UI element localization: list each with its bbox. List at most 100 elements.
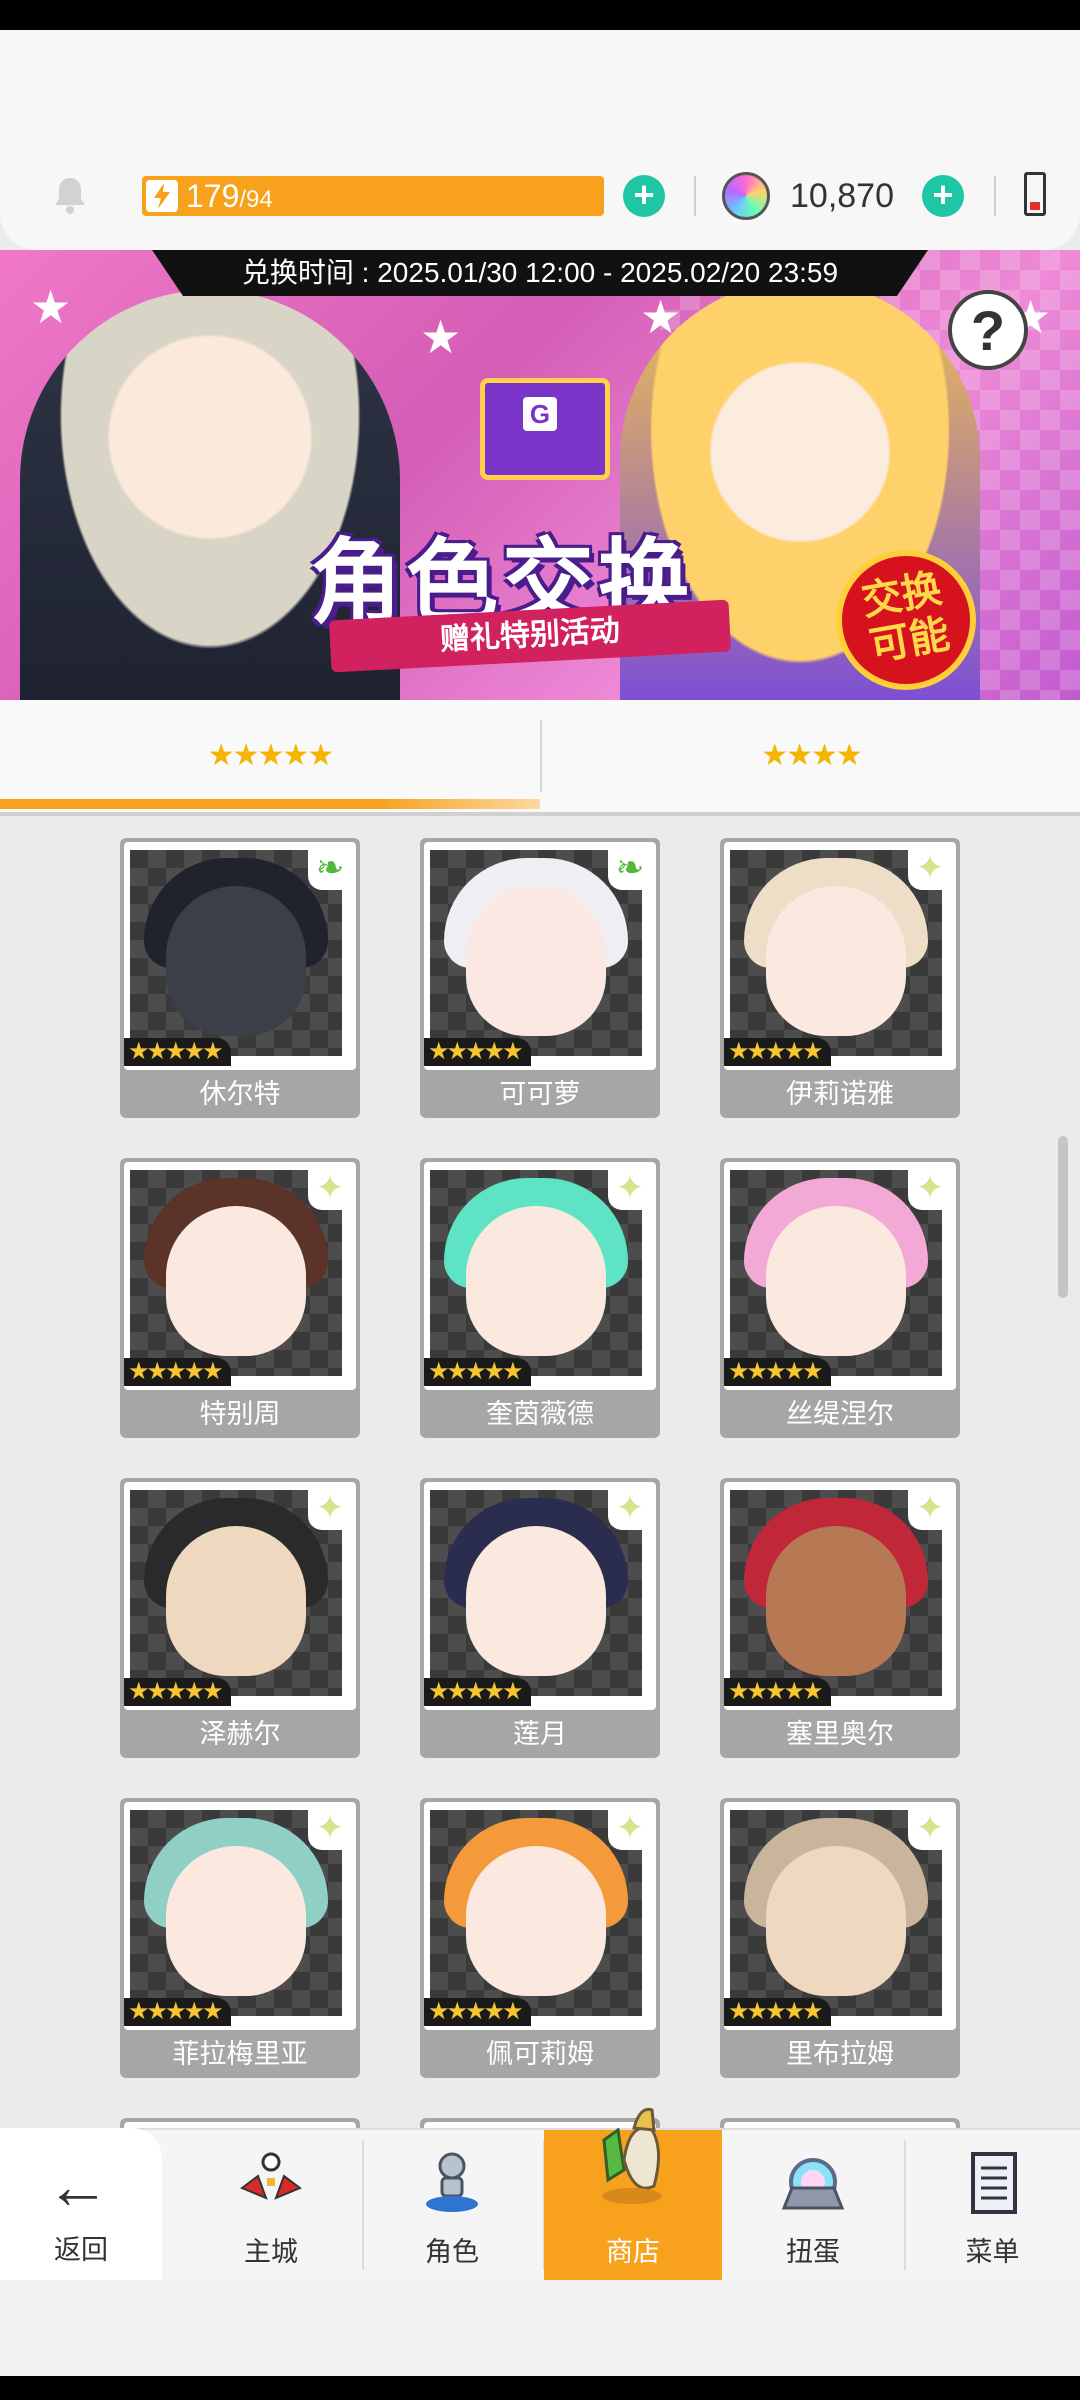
character-card[interactable]: ✦ ★★★★★ 佩可莉姆 xyxy=(420,1798,660,2078)
light-element-icon: ✦ xyxy=(608,1486,652,1530)
rarity-stars: ★★★★★ xyxy=(424,1358,531,1386)
light-element-icon: ✦ xyxy=(908,1806,952,1850)
light-element-icon: ✦ xyxy=(908,1166,952,1210)
character-name: 菲拉梅里亚 xyxy=(172,2039,308,2069)
portrait-face xyxy=(466,1526,606,1676)
character-card[interactable]: ❧ ★★★★★ 休尔特 xyxy=(120,838,360,1118)
portrait-face xyxy=(466,886,606,1036)
portrait-face xyxy=(166,1206,306,1356)
nav-gacha[interactable]: 扭蛋 xyxy=(724,2130,902,2280)
tab-divider xyxy=(540,720,542,792)
character-icon xyxy=(426,2152,478,2212)
menu-list-icon xyxy=(971,2152,1017,2214)
character-name: 奎茵薇德 xyxy=(486,1399,594,1429)
gift-envelope-icon: G xyxy=(480,378,610,480)
rarity-stars: ★★★★★ xyxy=(724,1998,831,2026)
bottom-black-bar xyxy=(0,2376,1080,2400)
shop-icon xyxy=(602,2107,662,2204)
character-name: 莲月 xyxy=(513,1719,567,1749)
divider xyxy=(694,176,696,216)
rarity-stars: ★★★★★ xyxy=(124,1998,231,2026)
character-card[interactable]: ✦ ★★★★★ 莲月 xyxy=(420,1478,660,1758)
character-name: 休尔特 xyxy=(199,1079,281,1109)
portrait-face xyxy=(466,1206,606,1356)
nav-town-label: 主城 xyxy=(244,2237,298,2267)
stamina-value: 179/94 xyxy=(186,178,273,214)
character-card[interactable]: ✦ ★★★★★ 伊莉诺雅 xyxy=(720,838,960,1118)
character-card[interactable]: ✦ ★★★★★ 塞里奥尔 xyxy=(720,1478,960,1758)
portrait-face xyxy=(766,886,906,1036)
exchange-period: 兑换时间 : 2025.01/30 12:00 - 2025.02/20 23:… xyxy=(152,250,928,296)
light-element-icon: ✦ xyxy=(308,1806,352,1850)
back-arrow-icon: ← xyxy=(46,2150,110,2222)
nav-characters-label: 角色 xyxy=(425,2237,479,2267)
character-name: 特别周 xyxy=(199,1399,281,1429)
add-stamina-button[interactable]: + xyxy=(623,175,665,217)
portrait-face xyxy=(166,1846,306,1996)
character-name: 伊莉诺雅 xyxy=(786,1079,894,1109)
character-name: 佩可莉姆 xyxy=(486,2039,594,2069)
character-card[interactable]: ✦ ★★★★★ 里布拉姆 xyxy=(720,1798,960,2078)
tab-4-star[interactable]: ★★★★ xyxy=(541,700,1080,812)
town-icon xyxy=(240,2152,302,2200)
nav-shop-label: 商店 xyxy=(606,2237,660,2267)
portrait-face xyxy=(466,1846,606,1996)
nav-town[interactable]: 主城 xyxy=(182,2130,360,2280)
rarity-stars: ★★★★★ xyxy=(424,1678,531,1706)
add-gems-button[interactable]: + xyxy=(922,175,964,217)
star-decoration-icon: ★ xyxy=(420,311,462,363)
scrollbar[interactable] xyxy=(1058,1136,1068,1298)
rarity-stars: ★★★★★ xyxy=(124,1358,231,1386)
top-resource-bar xyxy=(0,30,1080,250)
bottom-nav-base xyxy=(0,2280,1080,2376)
light-element-icon: ✦ xyxy=(308,1166,352,1210)
rarity-stars: ★★★★★ xyxy=(124,1678,231,1706)
gem-icon xyxy=(722,172,770,220)
portrait-face xyxy=(166,886,306,1036)
nav-menu-label: 菜单 xyxy=(965,2237,1020,2267)
back-label: 返回 xyxy=(54,2235,108,2265)
light-element-icon: ✦ xyxy=(908,846,952,890)
character-card[interactable]: ✦ ★★★★★ 菲拉梅里亚 xyxy=(120,1798,360,2078)
nav-shop[interactable]: 商店 xyxy=(544,2107,722,2280)
light-element-icon: ✦ xyxy=(308,1486,352,1530)
character-name: 塞里奥尔 xyxy=(786,1719,894,1749)
rarity-stars: ★★★★★ xyxy=(424,1998,531,2026)
light-element-icon: ✦ xyxy=(908,1486,952,1530)
character-name: 可可萝 xyxy=(499,1079,581,1109)
character-card[interactable]: ✦ ★★★★★ 特别周 xyxy=(120,1158,360,1438)
character-name: 里布拉姆 xyxy=(786,2039,894,2069)
nav-characters[interactable]: 角色 xyxy=(363,2130,541,2280)
rarity-stars: ★★★★★ xyxy=(724,1678,831,1706)
character-card[interactable]: ✦ ★★★★★ 奎茵薇德 xyxy=(420,1158,660,1438)
tab-5-star[interactable]: ★★★★★ xyxy=(0,700,540,812)
portrait-face xyxy=(766,1206,906,1356)
character-name: 泽赫尔 xyxy=(199,1719,281,1749)
divider xyxy=(994,176,996,216)
nav-gacha-label: 扭蛋 xyxy=(786,2237,840,2267)
leaf-element-icon: ❧ xyxy=(308,846,352,890)
leaf-element-icon: ❧ xyxy=(608,846,652,890)
nav-menu[interactable]: 菜单 xyxy=(905,2130,1080,2280)
portrait-face xyxy=(766,1526,906,1676)
gem-count: 10,870 xyxy=(790,177,894,215)
rarity-stars: ★★★★★ xyxy=(124,1038,231,1066)
help-button[interactable]: ? xyxy=(948,290,1028,370)
character-name: 丝缇涅尔 xyxy=(786,1399,894,1429)
rarity-stars: ★★★★★ xyxy=(424,1038,531,1066)
battery-icon xyxy=(1024,172,1046,216)
back-button[interactable]: ← 返回 xyxy=(0,2128,162,2280)
portrait-face xyxy=(766,1846,906,1996)
light-element-icon: ✦ xyxy=(608,1806,652,1850)
character-card[interactable]: ✦ ★★★★★ 泽赫尔 xyxy=(120,1478,360,1758)
portrait-face xyxy=(166,1526,306,1676)
lightning-icon xyxy=(146,180,178,212)
active-tab-indicator xyxy=(0,799,540,809)
top-black-bar xyxy=(0,0,1080,30)
character-card[interactable]: ✦ ★★★★★ 丝缇涅尔 xyxy=(720,1158,960,1438)
rarity-stars: ★★★★★ xyxy=(724,1358,831,1386)
bell-icon[interactable] xyxy=(46,172,94,220)
star-decoration-icon: ★ xyxy=(30,281,72,333)
character-card[interactable]: ❧ ★★★★★ 可可萝 xyxy=(420,838,660,1118)
event-banner: ★ ★ ★ ★ G 角色交换 赠礼特别活动 交换 可能 兑换时间 : 2025.… xyxy=(0,250,1080,700)
